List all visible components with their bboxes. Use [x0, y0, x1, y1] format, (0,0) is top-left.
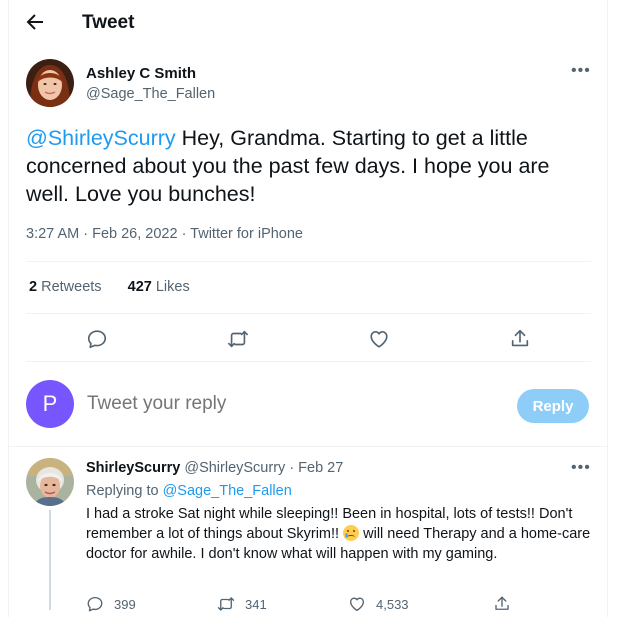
reply-more-options-icon[interactable]: •••: [571, 459, 591, 477]
user-avatar[interactable]: P: [26, 380, 74, 428]
thread-line: [49, 510, 51, 610]
author-name[interactable]: Ashley C Smith: [86, 65, 196, 82]
mention-link[interactable]: @ShirleyScurry: [26, 126, 176, 150]
page-title: Tweet: [82, 12, 135, 33]
divider: [26, 361, 591, 362]
reply-share-action[interactable]: [493, 595, 511, 613]
author-avatar[interactable]: [26, 59, 74, 107]
like-icon[interactable]: [368, 328, 390, 350]
retweet-count: 341: [245, 596, 267, 612]
replying-to: Replying to @Sage_The_Fallen: [86, 483, 292, 499]
reply-icon[interactable]: [86, 328, 108, 350]
reply-reply-action[interactable]: 399: [86, 595, 136, 613]
reply-author-avatar[interactable]: [26, 458, 74, 506]
tweet-text: @ShirleyScurry Hey, Grandma. Starting to…: [26, 124, 596, 208]
retweet-icon[interactable]: [217, 595, 235, 613]
reply-count: 399: [114, 596, 136, 612]
share-icon[interactable]: [509, 328, 531, 350]
share-icon[interactable]: [493, 595, 511, 613]
reply-author-name[interactable]: ShirleyScurry: [86, 460, 180, 476]
like-count: 4,533: [376, 596, 409, 612]
tweet-meta[interactable]: 3:27 AM · Feb 26, 2022 · Twitter for iPh…: [26, 226, 303, 242]
reply-input[interactable]: [87, 393, 487, 415]
retweets-stat[interactable]: 2 Retweets: [29, 279, 102, 295]
reply-retweet-action[interactable]: 341: [217, 595, 267, 613]
tweet-stats: 2 Retweets 427 Likes: [29, 279, 190, 295]
reply-date[interactable]: · Feb 27: [289, 460, 343, 476]
reply-author[interactable]: ShirleyScurry @ShirleyScurry · Feb 27: [86, 460, 343, 476]
retweet-icon[interactable]: [227, 328, 249, 350]
reply-icon[interactable]: [86, 595, 104, 613]
reply-author-handle[interactable]: @ShirleyScurry: [184, 460, 285, 476]
author-handle[interactable]: @Sage_The_Fallen: [86, 86, 215, 102]
likes-stat[interactable]: 427 Likes: [128, 279, 190, 295]
crying-face-icon: [343, 525, 360, 541]
like-icon[interactable]: [348, 595, 366, 613]
more-options-icon[interactable]: •••: [571, 62, 591, 80]
section-divider: [9, 446, 607, 447]
reply-button[interactable]: Reply: [517, 389, 589, 423]
tweet-column: Tweet Ashley C Smith @Sage_The_Fallen ••…: [8, 0, 608, 617]
reply-text: I had a stroke Sat night while sleeping!…: [86, 506, 591, 562]
reply-like-action[interactable]: 4,533: [348, 595, 409, 613]
back-arrow-icon[interactable]: [23, 10, 47, 34]
divider: [26, 313, 591, 314]
divider: [26, 261, 591, 262]
replying-to-link[interactable]: @Sage_The_Fallen: [163, 483, 292, 499]
